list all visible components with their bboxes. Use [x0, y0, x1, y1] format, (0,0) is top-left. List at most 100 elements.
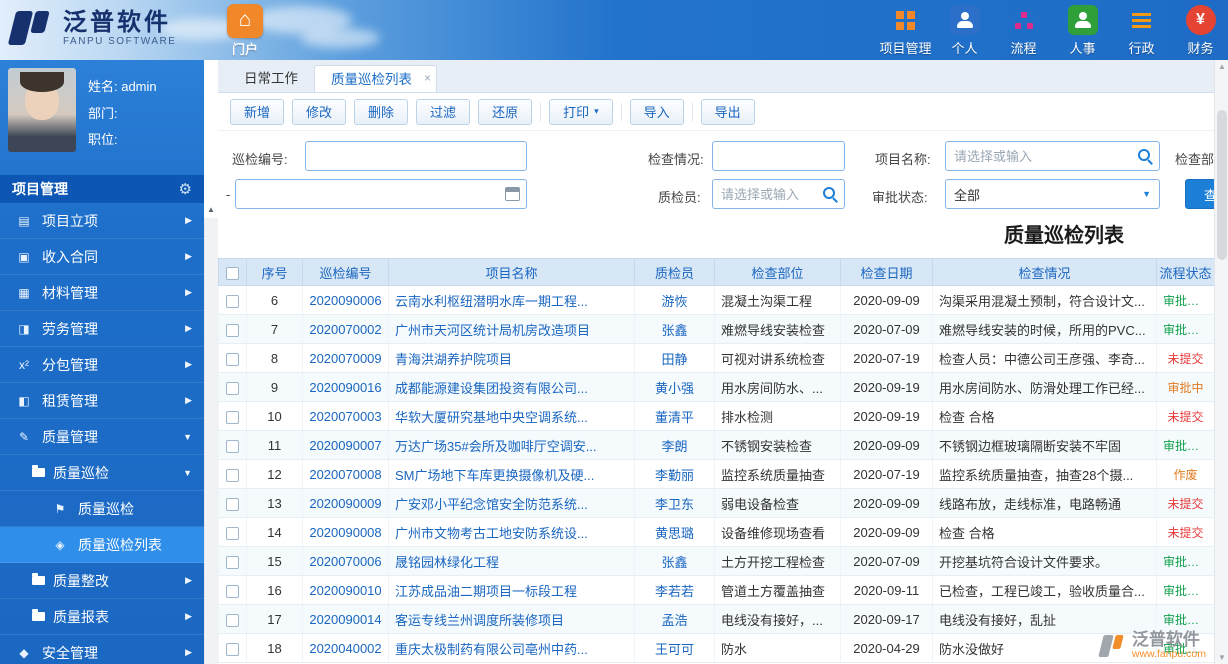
inspection-code-link[interactable]: 2020090006 — [302, 285, 389, 315]
project-name-link[interactable]: 青海洪湖养护院项目 — [388, 343, 635, 373]
inspection-code-link[interactable]: 2020090014 — [302, 604, 389, 634]
calendar-icon[interactable] — [505, 187, 520, 201]
table-row[interactable]: 12 2020070008 SM广场地下车库更换摄像机及硬... 李勤丽 监控系统质量抽… — [218, 459, 1214, 489]
workflow-status[interactable]: 审批中 — [1156, 372, 1214, 402]
row-checkbox[interactable] — [226, 294, 239, 308]
menu-quality-report[interactable]: 质量报表 ▶ — [0, 599, 204, 635]
portal-button[interactable]: ⌂ 门户 — [222, 4, 268, 58]
menu-quality-inspection-group[interactable]: 质量巡检 ▼ — [0, 455, 204, 491]
table-row[interactable]: 9 2020090016 成都能源建设集团投资有限公司... 黄小强 用水房间防水、..… — [218, 372, 1214, 402]
inspection-code-link[interactable]: 2020070008 — [302, 459, 389, 489]
project-name-link[interactable]: 江苏成品油二期项目一标段工程 — [388, 575, 635, 605]
table-row[interactable]: 10 2020070003 华软大厦研究基地中央空调系统... 董清平 排水检测 2020… — [218, 401, 1214, 431]
project-name-link[interactable]: 广州市天河区统计局机房改造项目 — [388, 314, 635, 344]
workflow-status[interactable]: 审批通过 — [1156, 633, 1214, 663]
search-icon[interactable] — [822, 186, 839, 203]
scrollbar-track[interactable] — [204, 218, 218, 664]
menu-project-initiation[interactable]: ▤ 项目立项 ▶ — [0, 203, 204, 239]
menu-income-contract[interactable]: ▣ 收入合同 ▶ — [0, 239, 204, 275]
table-row[interactable]: 7 2020070002 广州市天河区统计局机房改造项目 张鑫 难燃导线安装检查 2020… — [218, 314, 1214, 344]
row-checkbox[interactable] — [226, 555, 239, 569]
inspection-code-link[interactable]: 2020090008 — [302, 517, 389, 547]
row-checkbox[interactable] — [226, 352, 239, 366]
sidebar-scrollbar[interactable]: ▲ — [204, 60, 218, 664]
inspector-link[interactable]: 游恢 — [634, 285, 715, 315]
scroll-up-icon[interactable]: ▲ — [1215, 62, 1228, 71]
column-header[interactable]: 检查情况 — [932, 258, 1157, 286]
nav-finance[interactable]: ¥ 财务 — [1171, 5, 1228, 57]
inspector-link[interactable]: 李若若 — [634, 575, 715, 605]
project-name-link[interactable]: SM广场地下车库更换摄像机及硬... — [388, 459, 635, 489]
inspector-link[interactable]: 张鑫 — [634, 314, 715, 344]
project-name-link[interactable]: 重庆太极制药有限公司亳州中药... — [388, 633, 635, 663]
workflow-status[interactable]: 审批通过 — [1156, 285, 1214, 315]
row-checkbox[interactable] — [226, 381, 239, 395]
table-row[interactable]: 17 2020090014 客运专线兰州调度所装修项目 孟浩 电线没有接好，... 202… — [218, 604, 1214, 634]
workflow-status[interactable]: 未提交 — [1156, 401, 1214, 431]
scroll-down-icon[interactable]: ▼ — [1215, 653, 1228, 662]
table-row[interactable]: 13 2020090009 广安邓小平纪念馆安全防范系统... 李卫东 弱电设备检查 20… — [218, 488, 1214, 518]
query-button[interactable]: 查询 — [1185, 179, 1214, 209]
inspection-no-input[interactable] — [305, 141, 527, 171]
workflow-status[interactable]: 审批通过 — [1156, 314, 1214, 344]
inspector-link[interactable]: 李朗 — [634, 430, 715, 460]
column-header[interactable]: 检查日期 — [840, 258, 933, 286]
inspection-code-link[interactable]: 2020090010 — [302, 575, 389, 605]
date-input[interactable] — [235, 179, 527, 209]
project-name-link[interactable]: 广州市文物考古工地安防系统设... — [388, 517, 635, 547]
situation-input[interactable] — [712, 141, 845, 171]
close-icon[interactable]: × — [424, 65, 431, 92]
inspection-code-link[interactable]: 2020070006 — [302, 546, 389, 576]
table-row[interactable]: 11 2020090007 万达广场35#会所及咖啡厅空调安... 李朗 不锈钢安装检查… — [218, 430, 1214, 460]
select-all-checkbox[interactable] — [226, 266, 239, 280]
export-button[interactable]: 导出 — [700, 98, 755, 125]
inspector-link[interactable]: 李勤丽 — [634, 459, 715, 489]
inspector-link[interactable]: 黄思璐 — [634, 517, 715, 547]
project-name-link[interactable]: 晟铭园林绿化工程 — [388, 546, 635, 576]
menu-material-management[interactable]: ▦ 材料管理 ▶ — [0, 275, 204, 311]
filter-button[interactable]: 过滤 — [416, 98, 471, 125]
inspector-link[interactable]: 董清平 — [634, 401, 715, 431]
inspection-code-link[interactable]: 2020090016 — [302, 372, 389, 402]
menu-subcontract-management[interactable]: x² 分包管理 ▶ — [0, 347, 204, 383]
inspection-code-link[interactable]: 2020090007 — [302, 430, 389, 460]
new-button[interactable]: 新增 — [230, 98, 285, 125]
menu-labor-management[interactable]: ◨ 劳务管理 ▶ — [0, 311, 204, 347]
inspection-code-link[interactable]: 2020090009 — [302, 488, 389, 518]
column-header[interactable]: 质检员 — [634, 258, 715, 286]
workflow-status[interactable]: 未提交 — [1156, 517, 1214, 547]
workflow-status[interactable]: 作废 — [1156, 459, 1214, 489]
nav-project-management[interactable]: 项目管理 — [876, 5, 935, 57]
table-row[interactable]: 15 2020070006 晟铭园林绿化工程 张鑫 土方开挖工程检查 2020-07-09… — [218, 546, 1214, 576]
inspection-code-link[interactable]: 2020070003 — [302, 401, 389, 431]
inspector-link[interactable]: 黄小强 — [634, 372, 715, 402]
nav-administration[interactable]: 行政 — [1112, 5, 1171, 57]
inspector-link[interactable]: 李卫东 — [634, 488, 715, 518]
workflow-status[interactable]: 审批通过 — [1156, 575, 1214, 605]
search-icon[interactable] — [1137, 148, 1154, 165]
menu-lease-management[interactable]: ◧ 租赁管理 ▶ — [0, 383, 204, 419]
row-checkbox[interactable] — [226, 410, 239, 424]
inspection-code-link[interactable]: 2020070002 — [302, 314, 389, 344]
inspection-code-link[interactable]: 2020040002 — [302, 633, 389, 663]
approval-status-select[interactable]: 全部 ▼ — [945, 179, 1160, 209]
menu-safety-management[interactable]: ◆ 安全管理 ▶ — [0, 635, 204, 664]
column-header[interactable]: 项目名称 — [388, 258, 635, 286]
main-scrollbar[interactable]: ▲ ▼ — [1214, 60, 1228, 664]
nav-personal[interactable]: 个人 — [935, 5, 994, 57]
column-header[interactable]: 检查部位 — [714, 258, 841, 286]
nav-hr[interactable]: 人事 — [1053, 5, 1112, 57]
workflow-status[interactable]: 未提交 — [1156, 488, 1214, 518]
inspector-link[interactable]: 张鑫 — [634, 546, 715, 576]
table-row[interactable]: 14 2020090008 广州市文物考古工地安防系统设... 黄思璐 设备维修现场查看… — [218, 517, 1214, 547]
project-name-link[interactable]: 客运专线兰州调度所装修项目 — [388, 604, 635, 634]
row-checkbox[interactable] — [226, 642, 239, 656]
column-header[interactable]: 巡检编号 — [302, 258, 389, 286]
menu-quality-inspection[interactable]: ⚑ 质量巡检 — [0, 491, 204, 527]
table-row[interactable]: 18 2020040002 重庆太极制药有限公司亳州中药... 王可可 防水 2020-0… — [218, 633, 1214, 663]
inspection-code-link[interactable]: 2020070009 — [302, 343, 389, 373]
row-checkbox[interactable] — [226, 468, 239, 482]
table-row[interactable]: 6 2020090006 云南水利枢纽潜明水库一期工程... 游恢 混凝土沟渠工程 202… — [218, 285, 1214, 315]
menu-quality-rectification[interactable]: 质量整改 ▶ — [0, 563, 204, 599]
menu-quality-inspection-list[interactable]: ◈ 质量巡检列表 — [0, 527, 204, 563]
